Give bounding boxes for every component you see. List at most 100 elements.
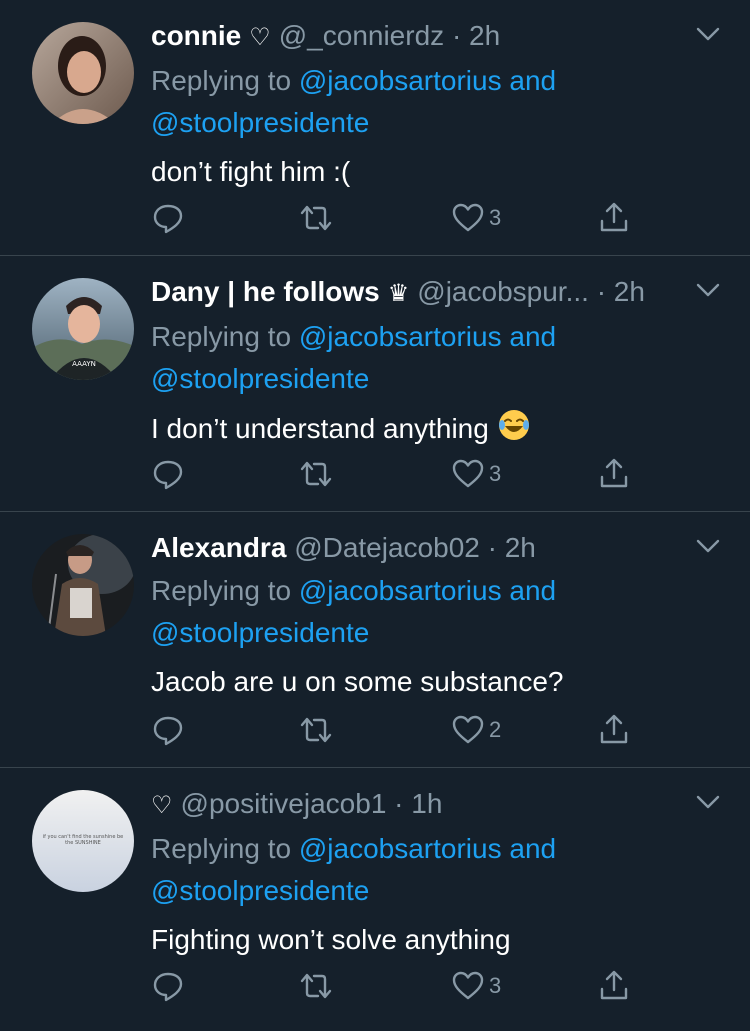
mention-link[interactable]: @stoolpresidente [151, 875, 369, 906]
separator-dot: · [487, 532, 497, 563]
tweet[interactable]: if you can't find the sunshine be the SU… [0, 768, 750, 1024]
heart-icon [452, 459, 484, 488]
retweet-icon [300, 973, 332, 999]
reply-icon [153, 460, 183, 490]
chevron-down-icon[interactable] [696, 538, 720, 554]
like-count: 3 [489, 461, 502, 486]
tweet-actions: 3 [151, 964, 641, 1008]
heart-badge-icon: ♡ [249, 24, 271, 51]
avatar[interactable] [32, 534, 134, 636]
crown-icon: ♛ [387, 280, 410, 307]
mention-link[interactable]: @stoolpresidente [151, 363, 369, 394]
tweet-actions: 3 [151, 196, 641, 240]
mention-link[interactable]: @jacobsartorius [299, 575, 502, 606]
user-handle[interactable]: @Datejacob02 [294, 532, 480, 563]
share-button[interactable] [597, 452, 631, 496]
user-handle[interactable]: @jacobspur... [417, 276, 589, 307]
reply-button[interactable] [151, 964, 185, 1008]
mention-link[interactable]: @stoolpresidente [151, 107, 369, 138]
reply-button[interactable] [151, 452, 185, 496]
replying-to: Replying to @jacobsartorius and @stoolpr… [151, 60, 690, 144]
display-name[interactable]: connie [151, 20, 241, 51]
svg-text:AAAYN: AAAYN [72, 360, 96, 368]
mention-link[interactable]: @jacobsartorius [299, 65, 502, 96]
reply-icon [153, 972, 183, 1002]
retweet-button[interactable] [299, 452, 333, 496]
mention-link[interactable]: @stoolpresidente [151, 617, 369, 648]
reply-icon [153, 204, 183, 234]
mention-link[interactable]: @jacobsartorius [299, 321, 502, 352]
replying-to: Replying to @jacobsartorius and @stoolpr… [151, 828, 690, 912]
like-button[interactable]: 3 [451, 964, 501, 1008]
heart-badge-icon: ♡ [151, 792, 173, 819]
reply-and[interactable]: and [509, 833, 556, 864]
tweet-text-body: I don’t understand anything [151, 413, 489, 444]
mention-link[interactable]: @jacobsartorius [299, 833, 502, 864]
reply-button[interactable] [151, 708, 185, 752]
replying-prefix: Replying to [151, 833, 292, 864]
tears-of-joy-emoji-icon [498, 410, 529, 440]
heart-icon [452, 971, 484, 1000]
replying-prefix: Replying to [151, 321, 292, 352]
user-handle[interactable]: @_connierdz [279, 20, 444, 51]
retweet-button[interactable] [299, 964, 333, 1008]
reply-button[interactable] [151, 196, 185, 240]
avatar[interactable] [32, 22, 134, 124]
avatar[interactable]: AAAYN [32, 278, 134, 380]
share-icon [600, 202, 628, 232]
like-button[interactable]: 3 [451, 452, 501, 496]
separator-dot: · [596, 276, 607, 307]
avatar[interactable]: if you can't find the sunshine be the SU… [32, 790, 134, 892]
like-button[interactable]: 3 [451, 196, 501, 240]
retweet-icon [300, 205, 332, 231]
reply-and[interactable]: and [509, 575, 556, 606]
like-button[interactable]: 2 [451, 708, 501, 752]
replying-to: Replying to @jacobsartorius and @stoolpr… [151, 316, 690, 400]
tweet-text: I don’t understand anything [151, 408, 690, 449]
display-name[interactable]: Dany | he follows [151, 276, 380, 307]
chevron-down-icon[interactable] [696, 282, 720, 298]
avatar-caption: if you can't find the sunshine be the SU… [42, 834, 124, 846]
timestamp[interactable]: 2h [505, 532, 536, 563]
timestamp[interactable]: 2h [469, 20, 500, 51]
share-button[interactable] [597, 708, 631, 752]
timestamp[interactable]: 2h [614, 276, 645, 307]
like-count: 3 [489, 973, 502, 998]
tweet-text: Fighting won’t solve anything [151, 924, 511, 955]
retweet-button[interactable] [299, 708, 333, 752]
tweet[interactable]: connie ♡ @_connierdz · 2h Replying to @jac… [0, 0, 750, 256]
like-count: 2 [489, 717, 502, 742]
share-icon [600, 714, 628, 744]
heart-icon [452, 203, 484, 232]
retweet-icon [300, 461, 332, 487]
tweet-header: ♡ @positivejacob1 · 1h [151, 782, 690, 828]
tweet-actions: 2 [151, 708, 641, 752]
share-button[interactable] [597, 964, 631, 1008]
share-icon [600, 458, 628, 488]
reply-feed: connie ♡ @_connierdz · 2h Replying to @jac… [0, 0, 750, 1024]
chevron-down-icon[interactable] [696, 794, 720, 810]
tweet-header: Alexandra @Datejacob02 · 2h [151, 526, 690, 570]
reply-icon [153, 716, 183, 746]
reply-and[interactable]: and [509, 321, 556, 352]
tweet-text: don’t fight him :( [151, 156, 351, 187]
tweet-text: Jacob are u on some substance? [151, 666, 564, 697]
separator-dot: · [394, 788, 404, 819]
tweet[interactable]: Alexandra @Datejacob02 · 2h Replying to … [0, 512, 750, 768]
like-count: 3 [489, 205, 502, 230]
heart-icon [452, 715, 484, 744]
replying-prefix: Replying to [151, 575, 292, 606]
tweet-header: connie ♡ @_connierdz · 2h [151, 14, 690, 60]
retweet-icon [300, 717, 332, 743]
chevron-down-icon[interactable] [696, 26, 720, 42]
timestamp[interactable]: 1h [411, 788, 442, 819]
share-button[interactable] [597, 196, 631, 240]
user-handle[interactable]: @positivejacob1 [181, 788, 387, 819]
replying-prefix: Replying to [151, 65, 292, 96]
retweet-button[interactable] [299, 196, 333, 240]
reply-and[interactable]: and [509, 65, 556, 96]
tweet-header: Dany | he follows ♛ @jacobspur... · 2h [151, 270, 690, 316]
display-name[interactable]: Alexandra [151, 532, 286, 563]
separator-dot: · [451, 20, 462, 51]
tweet[interactable]: AAAYN Dany | he follows ♛ @jacobspur... · … [0, 256, 750, 512]
